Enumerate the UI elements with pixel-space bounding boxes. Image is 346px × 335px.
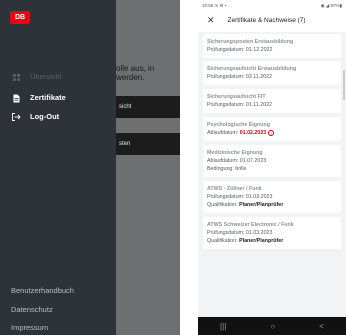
certificate-card[interactable]: Medizinische Eignung Ablaufdatum: 01.07.… <box>203 145 341 177</box>
logout-icon <box>11 113 21 121</box>
document-icon <box>11 94 21 103</box>
certificate-card[interactable]: ATWS Schweizer Electronic / Funk Prüfung… <box>203 217 341 249</box>
certificate-card-expired[interactable]: Psychologische Eignung Ablaufdatum: 01.0… <box>203 117 341 141</box>
certificate-card[interactable]: Sicherungsaufsicht Erstausbildung Prüfun… <box>203 61 341 85</box>
android-navbar: ||| ○ < <box>198 317 346 335</box>
nav-label: Übersicht <box>30 72 62 81</box>
back-button[interactable]: < <box>319 322 324 331</box>
certificate-list[interactable]: Sicherungsposten Erstausbildung Prüfungs… <box>198 32 346 317</box>
background-button: sicht <box>116 96 180 118</box>
app-bar: ✕ Zertifikate & Nachweise (7) <box>198 12 346 29</box>
system-icons: ◉ ◢ 87%▮ <box>320 3 342 8</box>
expiry-date: 01.02.2023 <box>239 130 267 136</box>
nav-item-logout[interactable]: Log-Out <box>11 111 59 123</box>
grid-icon <box>11 73 21 81</box>
background-text: werden. <box>116 73 145 82</box>
card-title: Psychologische Eignung <box>207 122 270 128</box>
card-title: ATWS Schweizer Electronic / Funk <box>207 222 294 228</box>
certificate-card[interactable]: ATWS - Zöllner / Funk Prüfungsdatum: 01.… <box>203 181 341 213</box>
card-title: Sicherungsposten Erstausbildung <box>207 39 294 45</box>
background-button: sten <box>116 133 180 155</box>
page-title: Zertifikate & Nachweise (7) <box>227 17 306 24</box>
card-title: ATWS - Zöllner / Funk <box>207 186 262 192</box>
warning-icon: ! <box>268 129 275 136</box>
notification-icons: ✉ ⚙ • <box>214 3 227 8</box>
link-benutzerhandbuch[interactable]: Benutzerhandbuch <box>11 286 74 295</box>
card-title: Sicherungsaufsicht Erstausbildung <box>207 66 297 72</box>
db-logo: DB <box>10 11 30 24</box>
certificate-card[interactable]: Sicherungsposten Erstausbildung Prüfungs… <box>203 34 341 58</box>
right-screen: 10:56 ✉ ⚙ • ◉ ◢ 87%▮ ✕ Zertifikate & Nac… <box>198 0 346 335</box>
scrollbar-thumb[interactable] <box>343 70 345 100</box>
link-datenschutz[interactable]: Datenschutz <box>11 305 53 314</box>
recent-apps-button[interactable]: ||| <box>220 322 226 331</box>
navigation-drawer: DB Übersicht Zertifikate Log-Out Benutze… <box>0 0 116 335</box>
close-icon[interactable]: ✕ <box>207 15 215 26</box>
home-button[interactable]: ○ <box>270 322 275 331</box>
nav-label: Log-Out <box>30 112 60 121</box>
link-impressum[interactable]: Impressum <box>11 323 48 332</box>
card-title: Medizinische Eignung <box>207 150 263 156</box>
nav-item-uebersicht[interactable]: Übersicht <box>11 71 62 83</box>
certificate-card[interactable]: Sicherungsaufsicht FIT Prüfungsdatum: 01… <box>203 89 341 113</box>
status-bar: 10:56 ✉ ⚙ • ◉ ◢ 87%▮ <box>198 0 346 12</box>
nav-item-zertifikate[interactable]: Zertifikate <box>11 92 66 104</box>
nav-label: Zertifikate <box>30 93 66 102</box>
left-screen: olle aus, in werden. sicht sten DB Übers… <box>0 0 180 335</box>
card-title: Sicherungsaufsicht FIT <box>207 94 266 100</box>
status-time: 10:56 <box>202 3 214 8</box>
